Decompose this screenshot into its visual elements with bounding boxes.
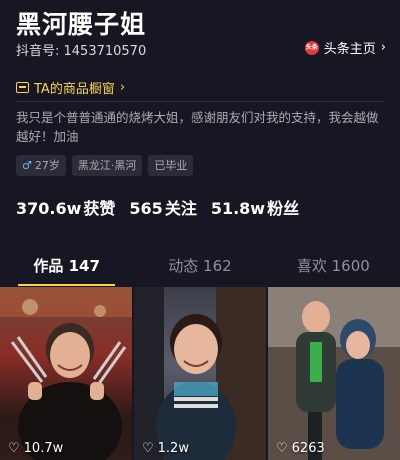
likes-label: 获赞 — [83, 199, 116, 218]
profile-tabs: 作品 147 动态 162 喜欢 1600 — [0, 246, 400, 286]
video-likes: ♡ 1.2w — [142, 441, 189, 456]
location-tag: 黑龙江·黑河 — [71, 155, 143, 176]
chevron-right-icon: › — [119, 80, 126, 95]
age-tag: ♂ 27岁 — [16, 155, 66, 176]
video-thumbnail[interactable]: ♡ 6263 — [268, 287, 400, 460]
video-thumbnail[interactable]: ♡ 10.7w — [0, 287, 132, 460]
followers-stat[interactable]: 51.8w 粉丝 — [211, 195, 299, 219]
following-label: 关注 — [164, 199, 197, 218]
thumbnail-art — [268, 287, 400, 460]
male-gender-icon: ♂ — [22, 159, 32, 172]
heart-outline-icon: ♡ — [142, 441, 154, 456]
thumbnail-art — [0, 287, 132, 460]
douyin-id: 抖音号: 1453710570 — [16, 44, 147, 59]
video-grid: ♡ 10.7w ♡ 1.2w ♡ 6263 — [0, 287, 400, 460]
video-likes-count: 10.7w — [23, 441, 64, 456]
shop-window-label: TA的商品橱窗 — [34, 82, 115, 97]
video-thumbnail[interactable]: ♡ 1.2w — [134, 287, 266, 460]
thumbnail-art — [134, 287, 266, 460]
tab-dynamics[interactable]: 动态 162 — [133, 246, 266, 286]
shop-icon — [16, 82, 29, 93]
following-count: 565 — [129, 199, 163, 218]
heart-outline-icon: ♡ — [276, 441, 288, 456]
video-likes: ♡ 6263 — [276, 441, 325, 456]
likes-count: 370.6w — [16, 199, 82, 218]
profile-tags: ♂ 27岁 黑龙江·黑河 已毕业 — [16, 155, 194, 176]
profile-bio: 我只是个普普通通的烧烤大姐，感谢朋友们对我的支持，我会越做越好！加油 — [16, 110, 379, 144]
tab-likes[interactable]: 喜欢 1600 — [267, 246, 400, 286]
video-likes-count: 1.2w — [157, 441, 189, 456]
toutiao-link-label: 头条主页 — [323, 42, 376, 57]
likes-stat: 370.6w 获赞 — [16, 195, 115, 219]
profile-stats: 370.6w 获赞 565 关注 51.8w 粉丝 — [16, 195, 299, 219]
shop-window-link[interactable]: TA的商品橱窗 › — [16, 78, 125, 97]
divider — [16, 101, 384, 102]
age-label: 27岁 — [34, 159, 60, 172]
chevron-right-icon: › — [380, 40, 386, 55]
followers-count: 51.8w — [210, 199, 266, 218]
toutiao-homepage-link[interactable]: 头条 头条主页 › — [304, 38, 386, 57]
video-likes: ♡ 10.7w — [8, 441, 63, 456]
video-likes-count: 6263 — [291, 441, 325, 456]
followers-label: 粉丝 — [267, 199, 300, 218]
profile-name: 黑河腰子姐 — [16, 10, 147, 39]
tab-works[interactable]: 作品 147 — [0, 246, 133, 286]
education-tag: 已毕业 — [148, 155, 194, 176]
following-stat[interactable]: 565 关注 — [129, 195, 196, 219]
profile-header: 黑河腰子姐 抖音号: 1453710570 头条 头条主页 › TA的商品橱窗 … — [0, 0, 400, 100]
heart-outline-icon: ♡ — [8, 441, 20, 456]
toutiao-logo-icon: 头条 — [304, 40, 319, 55]
